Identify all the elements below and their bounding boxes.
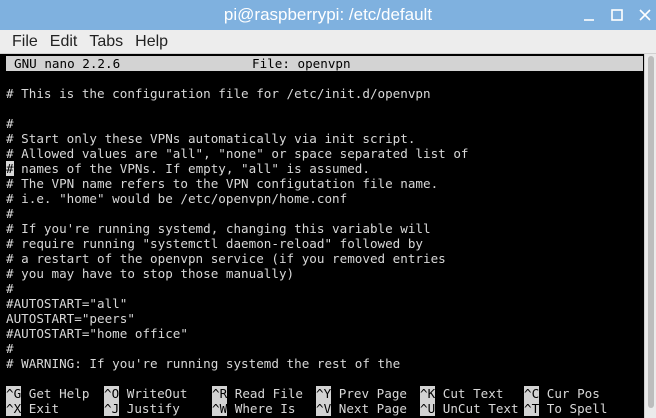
shortcut-key: ^K <box>420 386 436 401</box>
nano-header-bar: GNU nano 2.2.6 File: openvpn <box>6 56 643 71</box>
shortcut-label: Exit <box>21 401 60 416</box>
shortcut-item[interactable]: ^T To Spell <box>524 401 607 416</box>
editor-line: # <box>6 116 14 131</box>
window-titlebar[interactable]: pi@raspberrypi: /etc/default <box>0 0 656 30</box>
editor-line: # If you're running systemd, changing th… <box>6 221 431 236</box>
shortcut-key: ^J <box>104 401 120 416</box>
nano-filename: File: openvpn <box>252 56 351 71</box>
nano-shortcut-bar: ^G Get Help ^O WriteOut ^R Read File ^Y Pre… <box>6 386 646 416</box>
editor-line: # Allowed values are "all", "none" or sp… <box>6 146 469 161</box>
shortcut-item[interactable]: ^R Read File <box>212 386 303 401</box>
editor-line: # <box>6 341 14 356</box>
shortcut-label: Justify <box>119 401 180 416</box>
shortcut-label: Prev Page <box>331 386 407 401</box>
menu-edit[interactable]: Edit <box>44 30 84 54</box>
shortcut-key: ^O <box>104 386 120 401</box>
editor-line: # a restart of the openvpn service (if y… <box>6 251 446 266</box>
shortcut-item[interactable]: ^V Next Page <box>316 401 407 416</box>
shortcut-item[interactable]: ^J Justify <box>104 401 180 416</box>
editor-text[interactable]: # This is the configuration file for /et… <box>6 86 469 371</box>
editor-line: # <box>6 281 14 296</box>
editor-line: # <box>6 206 14 221</box>
terminal-area[interactable]: GNU nano 2.2.6 File: openvpn # This is t… <box>0 54 656 418</box>
shortcut-label: Cut Text <box>435 386 504 401</box>
shortcut-item[interactable]: ^K Cut Text <box>420 386 503 401</box>
shortcut-key: ^X <box>6 401 22 416</box>
editor-line: # The VPN name refers to the VPN configu… <box>6 176 439 191</box>
editor-line: # WARNING: If you're running systemd the… <box>6 356 401 371</box>
shortcut-label: To Spell <box>539 401 608 416</box>
shortcut-item[interactable]: ^O WriteOut <box>104 386 187 401</box>
shortcut-key: ^G <box>6 386 22 401</box>
editor-line: # i.e. "home" would be /etc/openvpn/home… <box>6 191 348 206</box>
close-icon[interactable] <box>634 0 656 30</box>
shortcut-key: ^Y <box>316 386 332 401</box>
shortcut-item[interactable]: ^X Exit <box>6 401 59 416</box>
minimize-icon[interactable] <box>578 0 600 30</box>
shortcut-label: UnCut Text <box>435 401 519 416</box>
window-title: pi@raspberrypi: /etc/default <box>223 5 433 24</box>
shortcut-label: Read File <box>227 386 303 401</box>
editor-line: # you may have to stop those manually) <box>6 266 295 281</box>
scrollbar-thumb[interactable] <box>648 56 654 408</box>
shortcut-row: ^X Exit ^J Justify ^W Where Is ^V Next Page… <box>6 401 646 416</box>
text-cursor: # <box>6 161 14 176</box>
editor-line: #AUTOSTART="all" <box>6 296 128 311</box>
shortcut-label: Next Page <box>331 401 407 416</box>
editor-line: # names of the VPNs. If empty, "all" is … <box>6 161 370 176</box>
shortcut-item[interactable]: ^C Cur Pos <box>524 386 600 401</box>
editor-line: # require running "systemctl daemon-relo… <box>6 236 424 251</box>
scrollbar[interactable] <box>644 54 656 418</box>
shortcut-label: Where Is <box>227 401 296 416</box>
shortcut-item[interactable]: ^Y Prev Page <box>316 386 407 401</box>
editor-line: AUTOSTART="peers" <box>6 311 135 326</box>
shortcut-key: ^T <box>524 401 540 416</box>
shortcut-item[interactable]: ^G Get Help <box>6 386 89 401</box>
shortcut-row: ^G Get Help ^O WriteOut ^R Read File ^Y Pre… <box>6 386 646 401</box>
shortcut-key: ^V <box>316 401 332 416</box>
shortcut-key: ^R <box>212 386 228 401</box>
shortcut-label: WriteOut <box>119 386 188 401</box>
editor-line: #AUTOSTART="home office" <box>6 326 188 341</box>
menu-tabs[interactable]: Tabs <box>83 30 129 54</box>
editor-line: # This is the configuration file for /et… <box>6 86 431 101</box>
menu-bar: File Edit Tabs Help <box>0 30 656 54</box>
shortcut-key: ^C <box>524 386 540 401</box>
menu-help[interactable]: Help <box>129 30 174 54</box>
nano-version: GNU nano 2.2.6 <box>14 56 121 71</box>
shortcut-item[interactable]: ^W Where Is <box>212 401 295 416</box>
shortcut-key: ^U <box>420 401 436 416</box>
shortcut-item[interactable]: ^U UnCut Text <box>420 401 519 416</box>
menu-file[interactable]: File <box>6 30 44 54</box>
editor-line: # Start only these VPNs automatically vi… <box>6 131 416 146</box>
window-controls <box>572 0 656 30</box>
maximize-icon[interactable] <box>606 0 628 30</box>
shortcut-key: ^W <box>212 401 228 416</box>
shortcut-label: Get Help <box>21 386 90 401</box>
shortcut-label: Cur Pos <box>539 386 600 401</box>
